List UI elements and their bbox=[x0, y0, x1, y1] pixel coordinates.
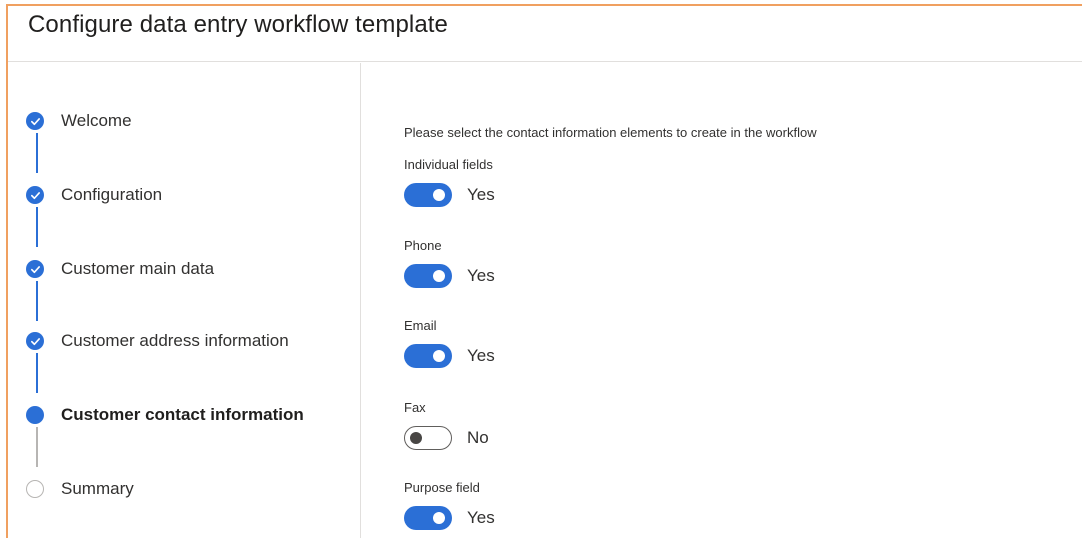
checkmark-icon bbox=[26, 186, 44, 204]
toggle-state-text: Yes bbox=[467, 508, 495, 527]
checkmark-icon bbox=[26, 332, 44, 350]
step-label: Customer address information bbox=[61, 331, 289, 350]
fax-toggle[interactable] bbox=[404, 426, 452, 450]
wizard-steps-sidebar: Welcome Configuration Customer main data… bbox=[8, 63, 361, 538]
step-customer-address-information[interactable]: Customer address information bbox=[26, 329, 289, 353]
individual-fields-toggle[interactable] bbox=[404, 183, 452, 207]
toggle-state-text: Yes bbox=[467, 266, 495, 285]
field-phone: Phone Yes bbox=[404, 238, 495, 288]
step-content: Please select the contact information el… bbox=[362, 63, 1082, 538]
toggle-state-text: No bbox=[467, 428, 489, 447]
toggle-knob bbox=[433, 270, 445, 282]
step-label: Customer contact information bbox=[61, 405, 304, 424]
step-configuration[interactable]: Configuration bbox=[26, 183, 162, 207]
toggle-state-text: Yes bbox=[467, 346, 495, 365]
step-customer-contact-information[interactable]: Customer contact information bbox=[26, 403, 304, 427]
field-individual-fields: Individual fields Yes bbox=[404, 157, 495, 207]
step-label: Welcome bbox=[61, 111, 132, 130]
toggle-knob bbox=[433, 189, 445, 201]
toggle-knob bbox=[433, 350, 445, 362]
field-label: Fax bbox=[404, 400, 426, 415]
checkmark-icon bbox=[26, 112, 44, 130]
step-welcome[interactable]: Welcome bbox=[26, 109, 132, 133]
dialog-header: Configure data entry workflow template bbox=[8, 6, 1082, 62]
field-label: Email bbox=[404, 318, 437, 333]
step-connector bbox=[36, 281, 38, 321]
step-label: Customer main data bbox=[61, 259, 215, 278]
step-connector bbox=[36, 353, 38, 393]
instructions-text: Please select the contact information el… bbox=[404, 125, 817, 140]
wizard-dialog: Configure data entry workflow template W… bbox=[6, 4, 1082, 538]
phone-toggle[interactable] bbox=[404, 264, 452, 288]
pending-step-circle-icon bbox=[26, 480, 44, 498]
step-customer-main-data[interactable]: Customer main data bbox=[26, 257, 214, 281]
field-label: Purpose field bbox=[404, 480, 480, 495]
step-label: Configuration bbox=[61, 185, 163, 204]
toggle-knob bbox=[433, 512, 445, 524]
field-label: Individual fields bbox=[404, 157, 493, 172]
step-connector bbox=[36, 133, 38, 173]
email-toggle[interactable] bbox=[404, 344, 452, 368]
purpose-field-toggle[interactable] bbox=[404, 506, 452, 530]
checkmark-icon bbox=[26, 260, 44, 278]
dialog-title: Configure data entry workflow template bbox=[28, 11, 449, 38]
step-label: Summary bbox=[61, 479, 134, 498]
field-label: Phone bbox=[404, 238, 442, 253]
field-fax: Fax No bbox=[404, 400, 489, 450]
field-purpose-field: Purpose field Yes bbox=[404, 480, 495, 530]
toggle-state-text: Yes bbox=[467, 185, 495, 204]
current-step-dot-icon bbox=[26, 406, 44, 424]
step-connector bbox=[36, 207, 38, 247]
toggle-knob bbox=[410, 431, 422, 444]
step-connector bbox=[36, 427, 38, 467]
step-summary[interactable]: Summary bbox=[26, 477, 134, 501]
field-email: Email Yes bbox=[404, 318, 495, 368]
